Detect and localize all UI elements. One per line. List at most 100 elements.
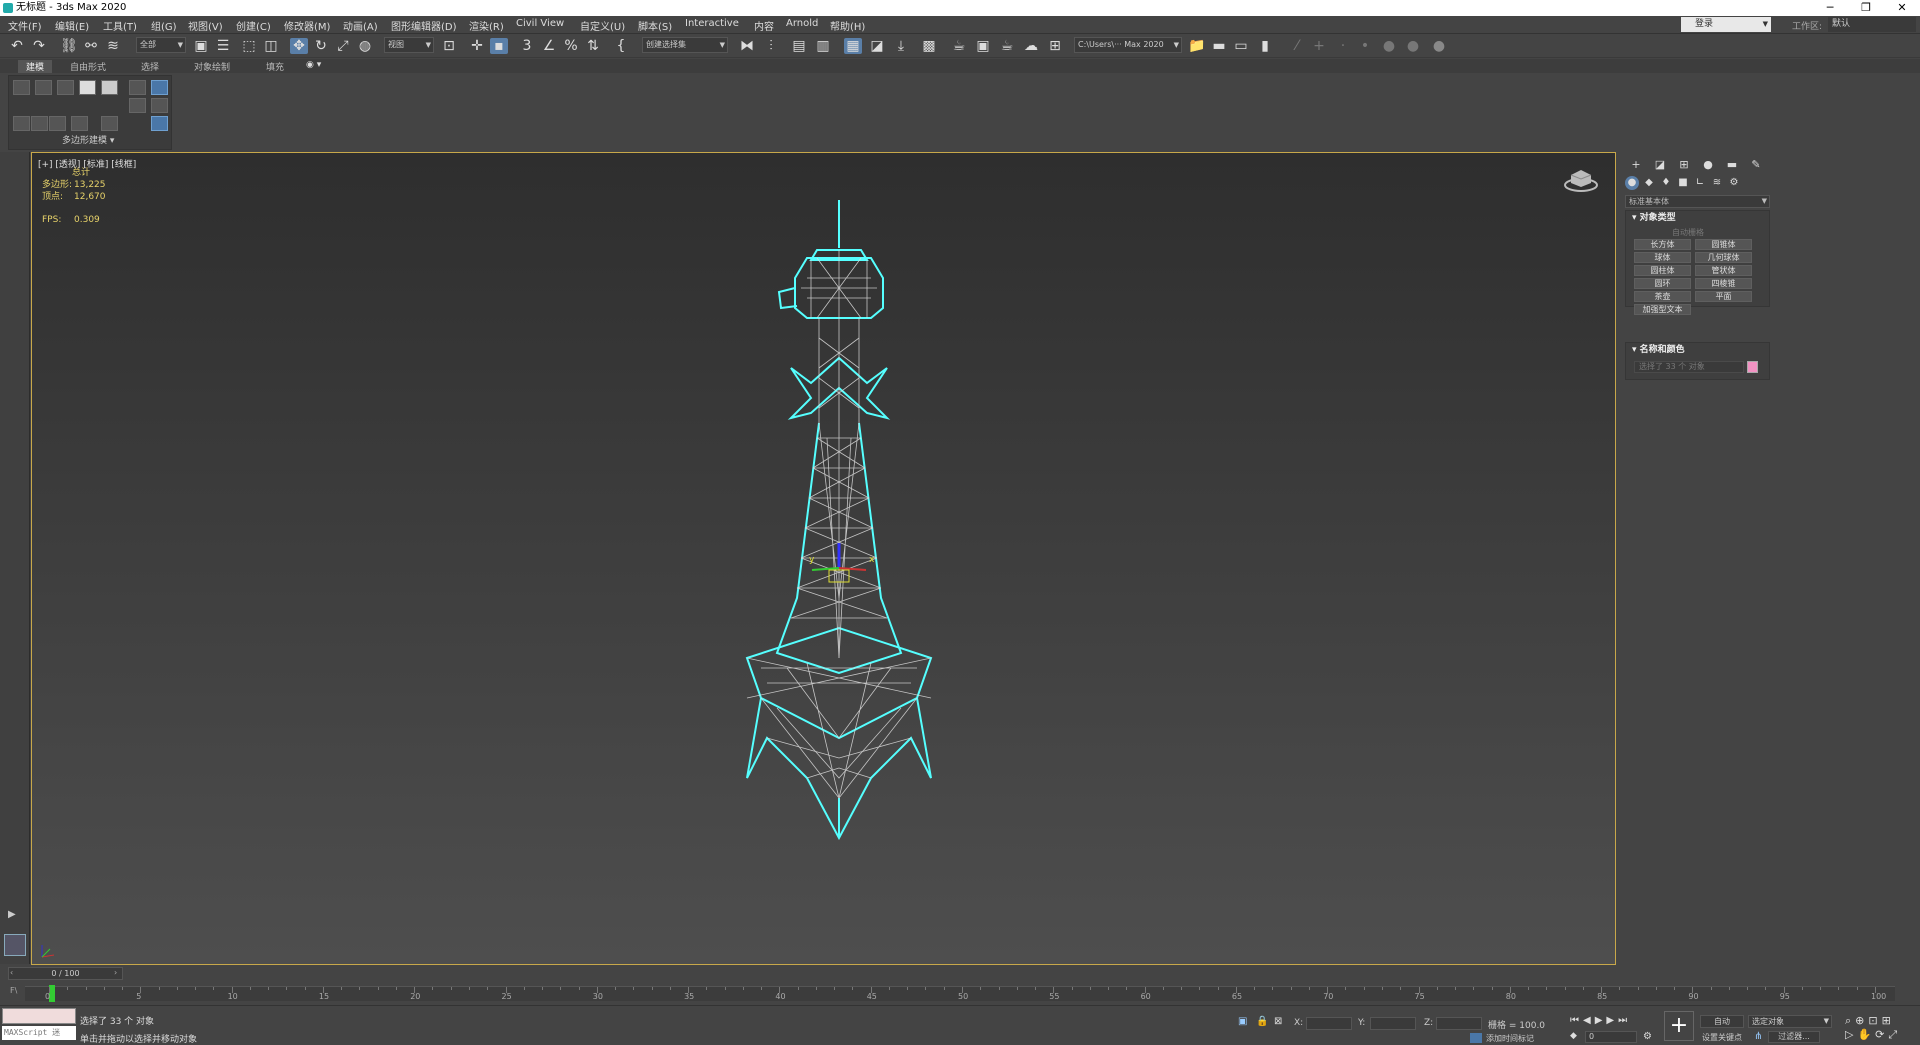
use-soft-selection-icon[interactable]: [129, 98, 146, 113]
spinner-snap-icon[interactable]: ⇅: [584, 38, 602, 54]
menu-scripting[interactable]: 脚本(S): [638, 18, 672, 33]
sphere-button[interactable]: 球体: [1634, 252, 1691, 263]
menu-content[interactable]: 内容: [754, 18, 774, 33]
key-filters-button[interactable]: 过滤器...: [1768, 1031, 1820, 1043]
viewport-layout-icon[interactable]: [4, 934, 26, 956]
window-crossing-icon[interactable]: ◫: [262, 38, 280, 54]
show-end-result-icon[interactable]: [151, 80, 168, 95]
schematic-view-icon[interactable]: ⤓: [892, 38, 910, 54]
maxscript-listener-output[interactable]: [2, 1008, 76, 1024]
crosshair-icon[interactable]: +: [1310, 38, 1328, 54]
auto-key-button[interactable]: 自动: [1700, 1015, 1744, 1028]
toggle-command-panel-icon[interactable]: [151, 116, 168, 131]
menu-rendering[interactable]: 渲染(R): [469, 18, 504, 33]
menu-file[interactable]: 文件(F): [8, 18, 42, 33]
menu-tools[interactable]: 工具(T): [103, 18, 137, 33]
point-icon[interactable]: •: [1356, 38, 1374, 54]
motion-tab-icon[interactable]: ●: [1699, 158, 1717, 172]
lights-icon[interactable]: ♦: [1659, 176, 1673, 190]
percent-snap-icon[interactable]: %: [562, 38, 580, 54]
cone-button[interactable]: 圆锥体: [1695, 239, 1752, 250]
go-to-end-icon[interactable]: ⏭: [1618, 1015, 1627, 1026]
unlink-icon[interactable]: ⚯: [82, 38, 100, 54]
cameras-icon[interactable]: ■: [1676, 176, 1690, 190]
time-slider-next-icon[interactable]: ›: [114, 968, 117, 977]
display-tab-icon[interactable]: ▬: [1723, 158, 1741, 172]
geometry-icon[interactable]: ●: [1625, 176, 1639, 190]
redo-icon[interactable]: ↷: [30, 38, 48, 54]
maxscript-input[interactable]: MAXScript 迷: [2, 1026, 76, 1040]
zoom-icon[interactable]: ⌕: [1845, 1014, 1855, 1027]
select-object-icon[interactable]: ▣: [192, 38, 210, 54]
absolute-mode-icon[interactable]: ⊠: [1274, 1016, 1282, 1027]
zoom-extents-icon[interactable]: ⊡: [1868, 1014, 1881, 1027]
quickslice-icon[interactable]: [49, 116, 66, 131]
key-filter-combo[interactable]: 选定对象 ▼: [1748, 1015, 1832, 1028]
pivot-center-icon[interactable]: ⊡: [440, 38, 458, 54]
polygon-mode-icon[interactable]: [79, 80, 96, 95]
project-settings-icon[interactable]: ▭: [1232, 38, 1250, 54]
menu-graph-editors[interactable]: 图形编辑器(D): [391, 18, 457, 33]
project-folder-icon[interactable]: ▮: [1256, 38, 1274, 54]
add-time-tag[interactable]: 添加时间标记: [1486, 1033, 1534, 1044]
menu-animation[interactable]: 动画(A): [343, 18, 378, 33]
shapes-icon[interactable]: ◆: [1642, 176, 1656, 190]
time-configuration-icon[interactable]: ⚙: [1643, 1031, 1652, 1042]
link-icon[interactable]: ⛓: [60, 38, 78, 54]
maximize-viewport-icon[interactable]: ⤢: [1888, 1028, 1901, 1041]
torus-button[interactable]: 圆环: [1634, 278, 1691, 289]
restore-button[interactable]: ❐: [1848, 0, 1884, 16]
object-type-header[interactable]: ▾ 对象类型: [1626, 211, 1769, 225]
mirror-icon[interactable]: ⧓: [738, 38, 756, 54]
menu-help[interactable]: 帮助(H): [830, 18, 865, 33]
select-and-place-icon[interactable]: ◍: [356, 38, 374, 54]
border-mode-icon[interactable]: [57, 80, 74, 95]
angle-snap-icon[interactable]: ∠: [540, 38, 558, 54]
go-to-start-icon[interactable]: ⏮: [1570, 1015, 1579, 1026]
expand-arrow-icon[interactable]: ▶: [8, 909, 16, 920]
perspective-viewport[interactable]: [+] [透视] [标准] [线框] 总计 多边形: 13,225 顶点: 12,6…: [31, 152, 1616, 965]
preserve-uvs-icon[interactable]: [13, 116, 30, 131]
menu-view[interactable]: 视图(V): [188, 18, 223, 33]
time-slider[interactable]: 0 / 100: [8, 967, 123, 980]
pan-icon[interactable]: ✋: [1857, 1028, 1875, 1041]
field-of-view-icon[interactable]: ▷: [1845, 1028, 1857, 1041]
next-frame-icon[interactable]: ▶: [1606, 1015, 1614, 1026]
edge-mode-icon[interactable]: [35, 80, 52, 95]
project-folder-combo[interactable]: C:\Users\··· Max 2020 ▼: [1074, 37, 1182, 53]
time-tag-icon[interactable]: [1470, 1033, 1482, 1043]
orbit-icon[interactable]: ⟳: [1875, 1028, 1888, 1041]
minimize-button[interactable]: ─: [1812, 0, 1848, 16]
selection-filter-combo[interactable]: 全部 ▼: [136, 37, 186, 53]
previous-frame-icon[interactable]: ◀: [1583, 1015, 1591, 1026]
play-icon[interactable]: ▶: [1595, 1015, 1603, 1026]
curve-editor-icon[interactable]: ◪: [868, 38, 886, 54]
menu-edit[interactable]: 编辑(E): [55, 18, 89, 33]
cut-icon[interactable]: [101, 116, 118, 131]
collapse-stack-icon[interactable]: [151, 98, 168, 113]
sphere-dim-3-icon[interactable]: ●: [1430, 38, 1448, 54]
y-coord-field[interactable]: [1370, 1017, 1416, 1030]
key-mode-icon[interactable]: ◆: [1570, 1031, 1577, 1041]
login-dropdown[interactable]: 登录 ▼: [1681, 17, 1771, 32]
ribbon-toggle-icon[interactable]: ▦: [844, 38, 862, 54]
primitive-type-combo[interactable]: 标准基本体 ▼: [1625, 195, 1770, 208]
plane-button[interactable]: 平面: [1695, 291, 1752, 302]
select-manipulate-icon[interactable]: ✛: [468, 38, 486, 54]
tube-button[interactable]: 管状体: [1695, 265, 1752, 276]
name-and-color-header[interactable]: ▾ 名称和颜色: [1626, 343, 1769, 357]
element-mode-icon[interactable]: [101, 80, 118, 95]
object-color-swatch[interactable]: [1747, 361, 1758, 373]
track-bar[interactable]: 0 5 10 15 20 25 30 35 40 45 50 55 60 65 70 75 80 85 90 95 10…: [25, 985, 1895, 1002]
menu-modifiers[interactable]: 修改器(M): [284, 18, 330, 33]
bind-space-warp-icon[interactable]: ≋: [104, 38, 122, 54]
key-filters-icon[interactable]: ⋔: [1754, 1031, 1762, 1042]
project-open-icon[interactable]: 📁: [1188, 38, 1206, 54]
snaps-toggle-icon[interactable]: 3: [518, 38, 536, 54]
tab-populate[interactable]: 填充: [266, 60, 284, 73]
material-editor-icon[interactable]: ▩: [920, 38, 938, 54]
workspace-dropdown[interactable]: 默认: [1828, 17, 1916, 32]
viewcube-icon[interactable]: [1563, 165, 1599, 193]
teapot-button[interactable]: 茶壶: [1634, 291, 1691, 302]
select-and-rotate-icon[interactable]: ↻: [312, 38, 330, 54]
